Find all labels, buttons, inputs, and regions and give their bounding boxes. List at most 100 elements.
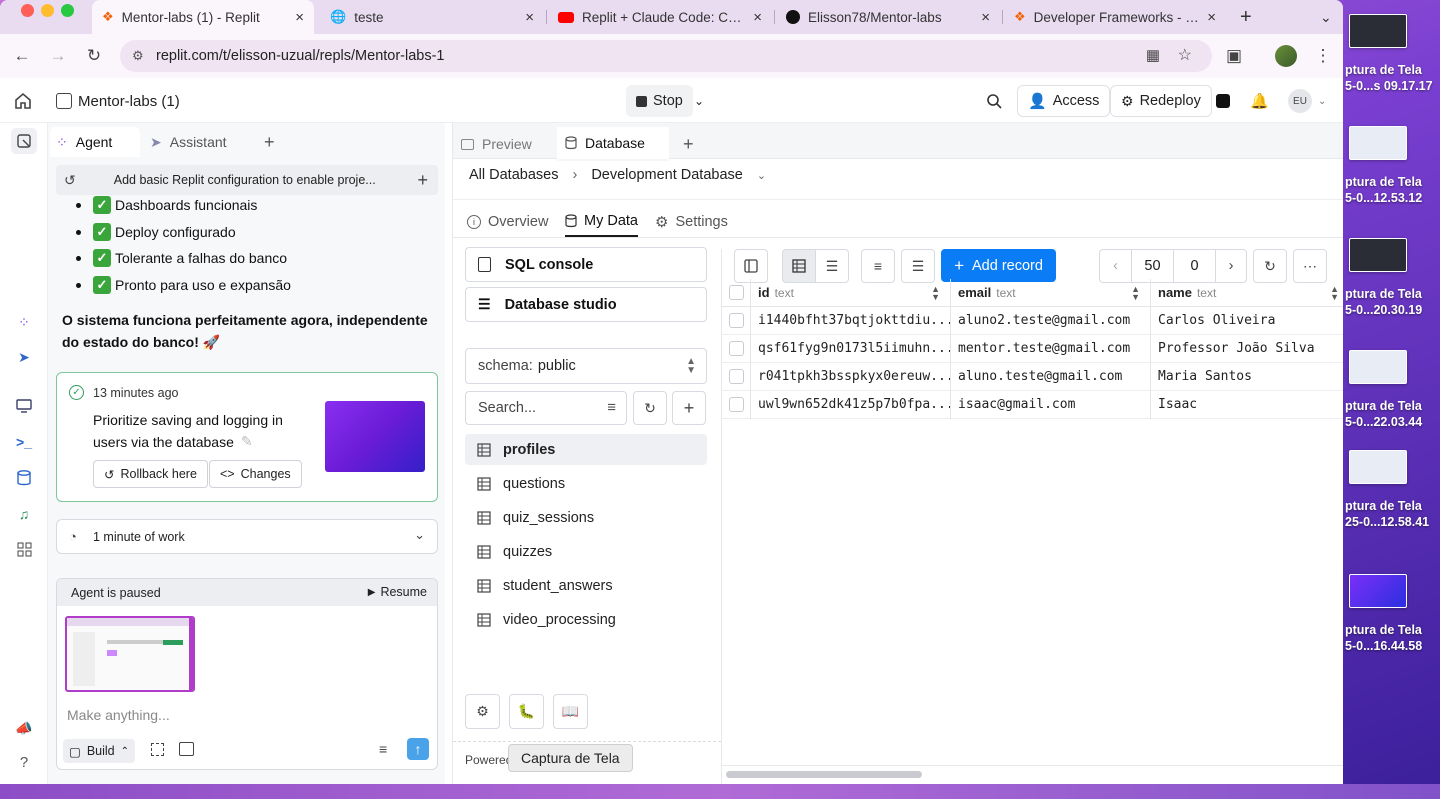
table-cell[interactable]: Isaac	[1150, 391, 1343, 419]
prompt-input[interactable]: Make anything...	[67, 707, 170, 723]
column-header-email[interactable]: email text ▲ ▼	[950, 279, 1150, 307]
tab-my-data[interactable]: My Data	[565, 207, 638, 237]
stop-button[interactable]: Stop	[626, 85, 693, 117]
table-cell[interactable]: i1440bfht37bqtjokttdiu...	[750, 307, 950, 335]
table-cell[interactable]: Professor João Silva	[1150, 335, 1343, 363]
table-item-quiz-sessions[interactable]: quiz_sessions	[465, 502, 707, 533]
toggle-sidebar-icon[interactable]	[734, 249, 768, 283]
add-table-plus-icon[interactable]: +	[672, 391, 706, 425]
close-tab-icon[interactable]: ×	[295, 9, 304, 26]
close-tab-icon[interactable]: ×	[1207, 9, 1216, 26]
prev-page-icon[interactable]: ‹	[1100, 250, 1132, 282]
breadcrumb-current-db[interactable]: Development Database	[591, 167, 743, 183]
table-item-video-processing[interactable]: video_processing	[465, 604, 707, 635]
column-settings-icon[interactable]: ☰	[901, 249, 935, 283]
database-studio-button[interactable]: ☰ Database studio	[465, 287, 707, 322]
user-menu[interactable]: EU ⌄	[1284, 85, 1330, 117]
shell-icon[interactable]: >_	[12, 430, 36, 454]
db-settings-gear-icon[interactable]: ⚙	[465, 694, 500, 729]
close-window-button[interactable]	[21, 4, 34, 17]
site-settings-icon[interactable]: ⚙	[132, 48, 144, 64]
install-app-icon[interactable]: ▦	[1146, 46, 1160, 64]
tab-preview[interactable]: Preview	[453, 127, 553, 161]
schema-select[interactable]: schema: public ▲ ▼	[465, 348, 707, 384]
back-arrow-icon[interactable]: ←	[10, 44, 34, 68]
table-search-input[interactable]: Search... ≡	[465, 391, 627, 425]
filter-lines-icon[interactable]: ≡	[861, 249, 895, 283]
browser-tab-1[interactable]: ❖ Mentor-labs (1) - Replit ×	[92, 0, 314, 34]
screenshot-file-icon[interactable]	[1349, 14, 1407, 48]
table-cell[interactable]: isaac@gmail.com	[950, 391, 1150, 419]
redeploy-button[interactable]: ⚙ Redeploy	[1110, 85, 1212, 117]
extensions-icon[interactable]: ▣	[1222, 44, 1246, 68]
browser-tab-2[interactable]: 🌐 teste ×	[320, 0, 544, 34]
history-icon[interactable]: ↺	[64, 172, 76, 189]
screenshot-file-icon[interactable]	[1349, 574, 1407, 608]
close-tab-icon[interactable]: ×	[981, 9, 990, 26]
bookmark-star-icon[interactable]: ☆	[1178, 45, 1192, 65]
row-checkbox[interactable]	[722, 307, 750, 335]
new-chat-plus-icon[interactable]: +	[417, 170, 428, 191]
sort-icon[interactable]: ▲ ▼	[1330, 284, 1339, 301]
preview-monitor-icon[interactable]	[12, 394, 36, 418]
new-tab-button[interactable]: +	[1230, 0, 1258, 34]
refresh-data-icon[interactable]: ↻	[1253, 249, 1287, 283]
table-cell[interactable]: mentor.teste@gmail.com	[950, 335, 1150, 363]
table-cell[interactable]: aluno2.teste@gmail.com	[950, 307, 1150, 335]
deployments-tree-icon[interactable]: ♫	[12, 502, 36, 526]
database-icon[interactable]	[12, 466, 36, 490]
table-item-questions[interactable]: questions	[465, 468, 707, 499]
forward-arrow-icon[interactable]: →	[46, 44, 70, 68]
reload-icon[interactable]: ↻	[82, 44, 106, 68]
sort-icon[interactable]: ▲ ▼	[1131, 284, 1140, 301]
chevron-down-icon[interactable]: ⌄	[757, 169, 766, 182]
offset-field[interactable]: 0	[1174, 250, 1216, 282]
multiplayer-icon[interactable]	[1210, 85, 1236, 117]
help-icon[interactable]: ?	[12, 750, 36, 774]
select-all-checkbox[interactable]	[722, 279, 750, 307]
edit-pencil-icon[interactable]: ✎	[241, 433, 253, 450]
table-cell[interactable]: Maria Santos	[1150, 363, 1343, 391]
browser-tab-4[interactable]: Elisson78/Mentor-labs ×	[776, 0, 1000, 34]
table-item-profiles[interactable]: profiles	[465, 434, 707, 465]
row-checkbox[interactable]	[722, 335, 750, 363]
screenshot-file-icon[interactable]	[1349, 238, 1407, 272]
tab-list-chevron-icon[interactable]: ⌄	[1310, 0, 1340, 34]
notifications-bell-icon[interactable]: 🔔	[1244, 85, 1275, 117]
url-field[interactable]: ⚙ replit.com/t/elisson-uzual/repls/Mento…	[120, 40, 1212, 72]
tab-agent[interactable]: ⁘ Agent	[50, 127, 140, 157]
page-size-field[interactable]: 50	[1132, 250, 1174, 282]
filter-icon[interactable]: ≡	[607, 399, 616, 416]
schema-view-layers-icon[interactable]: ☰	[815, 249, 849, 283]
send-arrow-icon[interactable]: ↑	[407, 738, 429, 760]
screenshot-file-icon[interactable]	[1349, 350, 1407, 384]
next-page-icon[interactable]: ›	[1216, 250, 1246, 282]
file-tree-toggle-icon[interactable]	[11, 128, 37, 154]
search-icon[interactable]	[980, 85, 1008, 117]
screenshot-file-icon[interactable]	[1349, 126, 1407, 160]
table-cell[interactable]: qsf61fyg9n0173l5iimuhn...	[750, 335, 950, 363]
table-cell[interactable]: Carlos Oliveira	[1150, 307, 1343, 335]
table-cell[interactable]: aluno.teste@gmail.com	[950, 363, 1150, 391]
browser-tab-3[interactable]: Replit + Claude Code: Comp ×	[548, 0, 772, 34]
maximize-window-button[interactable]	[61, 4, 74, 17]
sort-icon[interactable]: ▲ ▼	[931, 284, 940, 301]
row-checkbox[interactable]	[722, 391, 750, 419]
table-item-quizzes[interactable]: quizzes	[465, 536, 707, 567]
close-tab-icon[interactable]: ×	[753, 9, 762, 26]
breadcrumb-all-databases[interactable]: All Databases	[469, 167, 558, 183]
build-mode-button[interactable]: ▢ Build ⌃	[63, 739, 135, 763]
sliders-icon[interactable]: ≡	[379, 741, 387, 757]
announcements-icon[interactable]: 📣	[12, 716, 36, 740]
sql-console-button[interactable]: SQL console	[465, 247, 707, 282]
new-pane-tab-plus-icon[interactable]: +	[675, 127, 702, 161]
project-switcher[interactable]: Mentor-labs (1)	[46, 85, 190, 117]
browser-tab-5[interactable]: ❖ Developer Frameworks - Re ×	[1004, 0, 1226, 34]
work-duration-row[interactable]: ◔ 1 minute of work ⌄	[56, 519, 438, 554]
profile-avatar[interactable]	[1275, 45, 1297, 67]
browser-menu-icon[interactable]: ⋮	[1311, 44, 1335, 68]
row-checkbox[interactable]	[722, 363, 750, 391]
rollback-here-button[interactable]: ↺ Rollback here	[93, 460, 208, 488]
all-tools-grid-icon[interactable]	[12, 537, 36, 561]
changes-button[interactable]: <> Changes	[209, 460, 302, 488]
